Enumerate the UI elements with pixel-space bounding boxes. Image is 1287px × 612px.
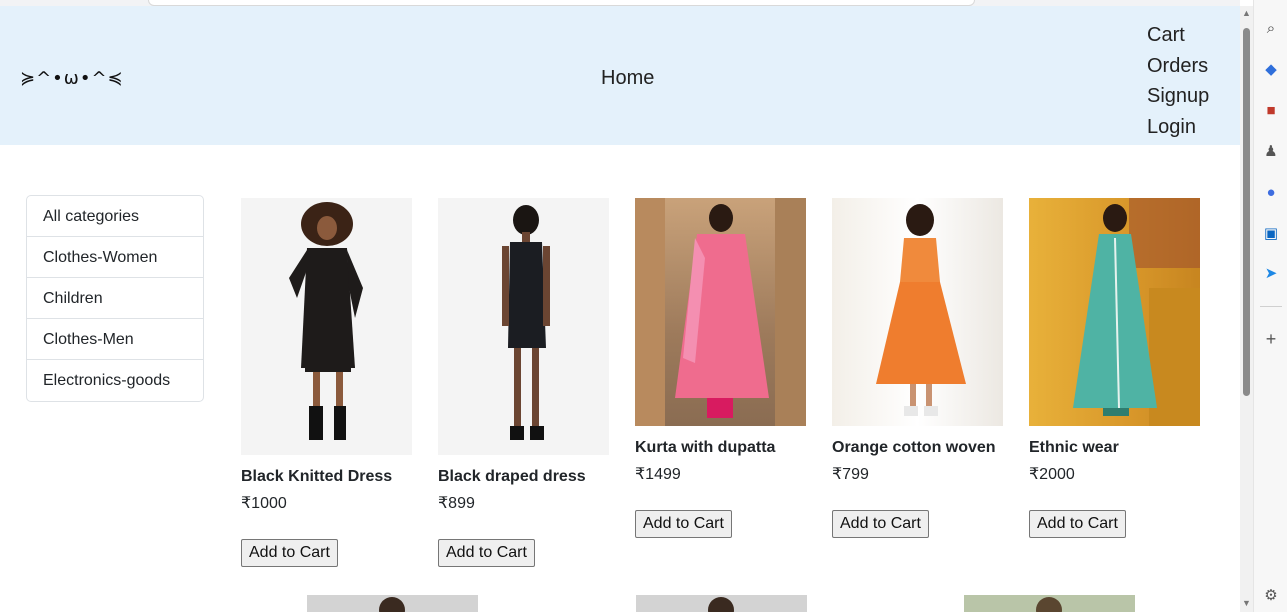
product-image[interactable] xyxy=(438,198,609,455)
search-icon[interactable]: ⌕ xyxy=(1263,21,1279,37)
category-clothes-men[interactable]: Clothes-Men xyxy=(27,319,203,360)
product-card: Black draped dress ₹899 Add to Cart xyxy=(438,198,610,567)
chess-icon[interactable]: ♟ xyxy=(1263,144,1279,160)
browser-sidebar: ⌕ ◆ ■ ♟ ● ▣ ➤ + ⚙ xyxy=(1253,0,1287,612)
product-price: ₹899 xyxy=(438,495,475,512)
category-all[interactable]: All categories xyxy=(27,196,203,237)
page-scrollbar[interactable]: ▲ ▼ xyxy=(1240,6,1253,612)
rail-divider xyxy=(1260,306,1282,307)
tag-icon[interactable]: ◆ xyxy=(1263,62,1279,78)
scroll-down-icon[interactable]: ▼ xyxy=(1242,598,1251,608)
product-card: Orange cotton woven ₹799 Add to Cart xyxy=(832,198,1004,538)
product-card: Ethnic wear ₹2000 Add to Cart xyxy=(1029,198,1201,538)
product-image[interactable] xyxy=(307,595,478,612)
add-to-cart-button[interactable]: Add to Cart xyxy=(241,539,338,567)
product-price: ₹1499 xyxy=(635,466,681,483)
copilot-icon[interactable]: ● xyxy=(1263,185,1279,201)
product-price: ₹2000 xyxy=(1029,466,1075,483)
brand-logo[interactable]: ≽^•ω•^≼ xyxy=(20,68,124,89)
product-image[interactable] xyxy=(636,595,807,612)
nav-signup-link[interactable]: Signup xyxy=(1147,81,1209,112)
add-to-cart-button[interactable]: Add to Cart xyxy=(832,510,929,538)
nav-orders-link[interactable]: Orders xyxy=(1147,51,1209,82)
category-list: All categories Clothes-Women Children Cl… xyxy=(26,195,204,402)
scroll-up-icon[interactable]: ▲ xyxy=(1242,8,1251,18)
add-to-cart-button[interactable]: Add to Cart xyxy=(1029,510,1126,538)
product-image[interactable] xyxy=(635,198,806,426)
add-to-cart-button[interactable]: Add to Cart xyxy=(635,510,732,538)
nav-links: Cart Orders Signup Login xyxy=(1147,20,1209,142)
product-image[interactable] xyxy=(964,595,1135,612)
settings-icon[interactable]: ⚙ xyxy=(1263,588,1279,604)
scroll-thumb[interactable] xyxy=(1243,28,1250,396)
product-image[interactable] xyxy=(832,198,1003,426)
product-name: Black Knitted Dress xyxy=(241,468,393,485)
product-card: Kurta with dupatta ₹1499 Add to Cart xyxy=(635,198,807,538)
send-icon[interactable]: ➤ xyxy=(1263,266,1279,282)
navbar: ≽^•ω•^≼ Home Cart Orders Signup Login xyxy=(0,6,1240,145)
category-electronics[interactable]: Electronics-goods xyxy=(27,360,203,401)
product-card: Black Knitted Dress ₹1000 Add to Cart xyxy=(241,198,413,567)
product-name: Orange cotton woven xyxy=(832,439,996,456)
outlook-icon[interactable]: ▣ xyxy=(1263,226,1279,242)
nav-cart-link[interactable]: Cart xyxy=(1147,20,1209,51)
product-name: Black draped dress xyxy=(438,468,586,485)
add-to-cart-button[interactable]: Add to Cart xyxy=(438,539,535,567)
category-clothes-women[interactable]: Clothes-Women xyxy=(27,237,203,278)
category-children[interactable]: Children xyxy=(27,278,203,319)
product-name: Kurta with dupatta xyxy=(635,439,776,456)
product-price: ₹799 xyxy=(832,466,869,483)
product-image[interactable] xyxy=(241,198,412,455)
product-name: Ethnic wear xyxy=(1029,439,1119,456)
product-image[interactable] xyxy=(1029,198,1200,426)
nav-home-link[interactable]: Home xyxy=(601,67,654,90)
nav-login-link[interactable]: Login xyxy=(1147,112,1209,143)
product-price: ₹1000 xyxy=(241,495,287,512)
briefcase-icon[interactable]: ■ xyxy=(1263,103,1279,119)
plus-icon[interactable]: + xyxy=(1263,330,1279,348)
